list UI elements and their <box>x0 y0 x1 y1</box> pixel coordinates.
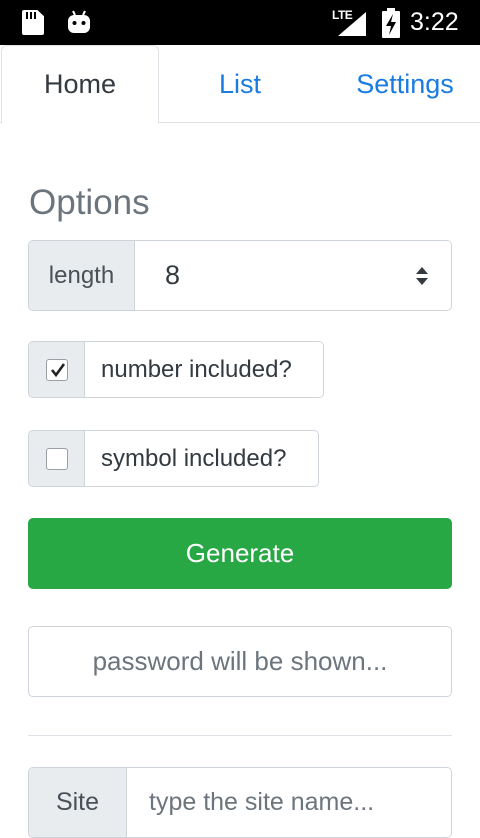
symbol-included-label: symbol included? <box>85 431 318 486</box>
checkmark-icon <box>50 362 65 377</box>
battery-charging-icon <box>382 8 400 38</box>
status-bar: LTE 3:22 <box>0 0 480 45</box>
android-icon <box>68 10 90 33</box>
tab-list[interactable]: List <box>160 45 320 123</box>
tab-bar: Home List Settings <box>0 45 480 124</box>
number-included-checkbox[interactable] <box>45 358 68 381</box>
site-input[interactable]: type the site name... <box>127 768 451 837</box>
generate-button[interactable]: Generate <box>28 518 452 589</box>
signal-icon <box>338 12 366 36</box>
symbol-included-checkbox[interactable] <box>45 447 68 470</box>
select-arrows-icon <box>416 267 428 285</box>
symbol-included-group: symbol included? <box>28 430 319 487</box>
tab-settings[interactable]: Settings <box>330 45 480 123</box>
tab-home[interactable]: Home <box>1 45 159 124</box>
clock: 3:22 <box>410 8 459 36</box>
site-label: Site <box>29 768 127 837</box>
length-label: length <box>29 241 135 310</box>
symbol-included-checkbox-wrap[interactable] <box>29 431 85 486</box>
site-input-group: Site type the site name... <box>28 767 452 838</box>
length-input-group: length 8 <box>28 240 452 311</box>
number-included-group: number included? <box>28 341 324 398</box>
number-included-label: number included? <box>85 342 323 397</box>
length-select[interactable]: 8 <box>135 241 451 310</box>
options-heading: Options <box>29 183 150 222</box>
number-included-checkbox-wrap[interactable] <box>29 342 85 397</box>
section-divider <box>28 735 452 736</box>
sd-card-icon <box>22 10 44 35</box>
length-value: 8 <box>165 260 181 290</box>
password-output-field[interactable]: password will be shown... <box>28 626 452 697</box>
